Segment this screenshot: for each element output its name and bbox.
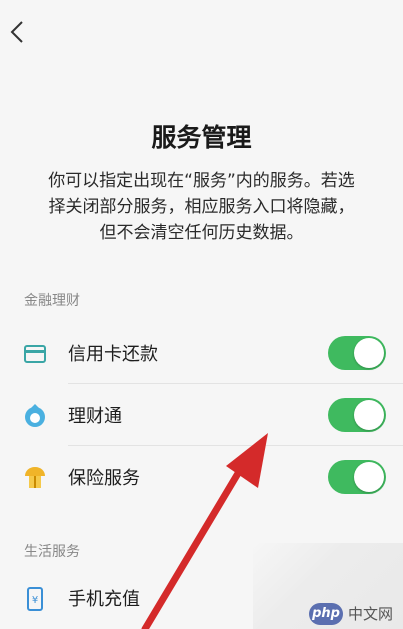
watermark-badge: php [309,603,343,625]
svg-text:¥: ¥ [32,595,38,606]
page-title: 服务管理 [151,123,252,152]
toggle-knob [354,338,384,368]
toggle-knob [354,462,384,492]
watermark-text: 中文网 [347,605,393,623]
list-item: 保险服务 [0,446,403,508]
section-finance: 金融理财 信用卡还款 理财通 保险服务 [0,290,403,508]
list-item-label: 信用卡还款 [68,344,158,365]
chevron-left-icon [10,21,23,43]
list-item: 理财通 [0,384,403,446]
list-item: 信用卡还款 [0,322,403,384]
insurance-icon [22,465,48,491]
section-label: 金融理财 [24,293,80,309]
phone-recharge-icon: ¥ [22,586,48,612]
list-item-label: 手机充值 [68,589,140,610]
page-description: 你可以指定出现在“服务”内的服务。若选 择关闭部分服务，相应服务入口将隐藏， 但… [48,171,355,243]
toggle-switch[interactable] [328,398,386,432]
watermark: php 中文网 [253,543,403,629]
toggle-switch[interactable] [328,460,386,494]
wealth-icon [22,403,48,429]
toggle-switch[interactable] [328,336,386,370]
toggle-knob [354,400,384,430]
list-item-label: 保险服务 [68,468,140,489]
credit-card-icon [22,341,48,367]
back-button[interactable] [6,18,28,46]
list-item-label: 理财通 [68,406,122,427]
